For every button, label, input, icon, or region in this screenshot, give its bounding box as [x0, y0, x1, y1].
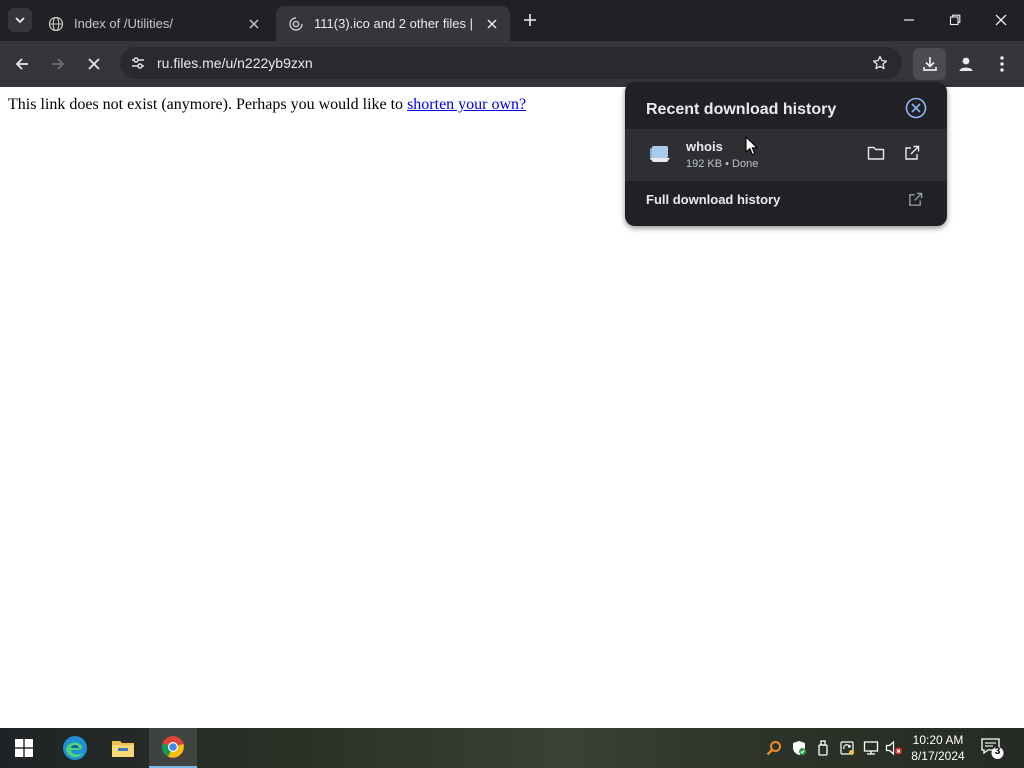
- folder-icon: [867, 146, 885, 160]
- taskbar-file-explorer[interactable]: [99, 728, 147, 768]
- download-icon: [922, 57, 937, 71]
- tab-index-utilities[interactable]: Index of /Utilities/: [36, 6, 272, 41]
- restore-icon: [949, 14, 961, 26]
- forward-button[interactable]: [42, 48, 74, 80]
- download-bubble-title: Recent download history: [646, 101, 837, 118]
- download-item[interactable]: whois 192 KB • Done: [625, 129, 947, 181]
- close-tab-icon[interactable]: [484, 16, 500, 32]
- tray-search-icon[interactable]: [764, 738, 784, 758]
- notification-count: 3: [994, 746, 1001, 757]
- close-tab-icon[interactable]: [246, 16, 262, 32]
- site-info-icon[interactable]: [126, 51, 150, 75]
- message-text: This link does not exist (anymore). Perh…: [8, 96, 408, 113]
- download-status: 192 KB • Done: [686, 158, 759, 170]
- action-center-button[interactable]: 3: [980, 736, 1004, 760]
- start-button[interactable]: [0, 728, 48, 768]
- browser-toolbar: ru.files.me/u/n222yb9zxn: [0, 41, 1024, 87]
- close-window-button[interactable]: [978, 0, 1024, 40]
- taskbar-chrome[interactable]: [149, 728, 197, 768]
- plus-icon: [524, 14, 536, 26]
- open-external-icon[interactable]: [906, 190, 924, 208]
- more-vert-icon: [1000, 56, 1004, 72]
- open-file-button[interactable]: [901, 142, 923, 164]
- downloads-button[interactable]: [913, 48, 946, 80]
- windows-taskbar: 10:20 AM 8/17/2024 3: [0, 728, 1024, 768]
- clock-date: 8/17/2024: [911, 749, 965, 763]
- file-explorer-icon: [112, 741, 134, 757]
- address-bar[interactable]: ru.files.me/u/n222yb9zxn: [120, 47, 902, 79]
- close-icon: [995, 14, 1007, 26]
- edge-icon: [63, 736, 87, 760]
- close-circle-icon: [905, 97, 927, 119]
- update-icon[interactable]: [837, 738, 857, 758]
- url-text[interactable]: ru.files.me/u/n222yb9zxn: [157, 55, 313, 71]
- tab-search-button[interactable]: [8, 8, 32, 32]
- open-external-icon: [905, 145, 920, 160]
- security-shield-icon[interactable]: [789, 738, 809, 758]
- arrow-left-icon: [15, 58, 28, 70]
- taskbar-edge[interactable]: [51, 728, 99, 768]
- close-bubble-button[interactable]: [904, 96, 928, 120]
- show-in-folder-button[interactable]: [865, 142, 887, 164]
- taskbar-clock[interactable]: 10:20 AM 8/17/2024: [900, 732, 976, 764]
- new-tab-button[interactable]: [518, 8, 542, 32]
- bookmark-star-icon[interactable]: [870, 53, 890, 73]
- download-bubble: Recent download history whois 192 KB • D…: [625, 82, 947, 226]
- stop-loading-button[interactable]: [78, 48, 110, 80]
- close-icon: [88, 58, 100, 70]
- profile-button[interactable]: [950, 48, 982, 80]
- tab-title: Index of /Utilities/: [74, 16, 173, 31]
- back-button[interactable]: [6, 48, 38, 80]
- page-message: This link does not exist (anymore). Perh…: [8, 96, 526, 114]
- chrome-menu-button[interactable]: [986, 48, 1018, 80]
- chevron-down-icon: [15, 17, 25, 24]
- avatar-icon: [959, 57, 973, 71]
- chrome-icon: [162, 736, 184, 758]
- download-file-name: whois: [686, 139, 723, 154]
- tab-strip: Index of /Utilities/ 111(3).ico and 2 ot…: [0, 0, 1024, 41]
- full-download-history-link[interactable]: Full download history: [646, 192, 780, 207]
- minimize-button[interactable]: [886, 0, 932, 40]
- minimize-icon: [904, 19, 914, 21]
- file-icon: [650, 146, 670, 162]
- mouse-cursor-icon: [745, 136, 758, 156]
- shorten-link[interactable]: shorten your own?: [407, 96, 526, 113]
- windows-start-icon: [15, 739, 33, 757]
- tab-title: 111(3).ico and 2 other files | Fil: [314, 16, 474, 31]
- loading-icon: [288, 16, 304, 32]
- globe-icon: [48, 16, 64, 32]
- restore-button[interactable]: [932, 0, 978, 40]
- arrow-right-icon: [52, 58, 65, 70]
- tab-files-me[interactable]: 111(3).ico and 2 other files | Fil: [276, 6, 510, 41]
- network-icon[interactable]: [861, 738, 881, 758]
- clock-time: 10:20 AM: [912, 733, 964, 747]
- usb-device-icon[interactable]: [813, 738, 833, 758]
